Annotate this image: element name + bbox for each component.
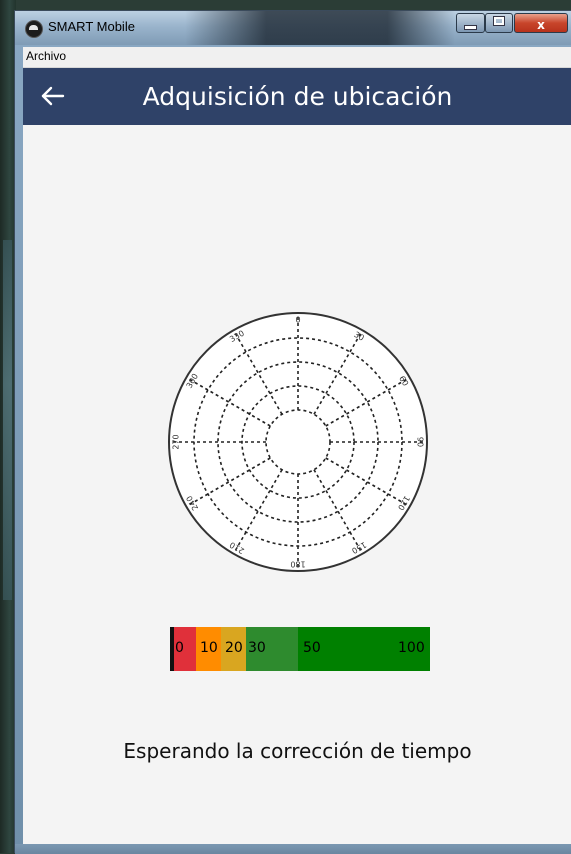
app-header: Adquisición de ubicación <box>23 68 571 125</box>
sky-plot-outer-ring <box>168 312 428 572</box>
app-window: SMART Mobile x Archivo Adquisición de ub… <box>14 10 571 854</box>
maximize-button[interactable] <box>485 13 513 33</box>
status-message: Esperando la corrección de tiempo <box>123 739 472 763</box>
title-bar-shade <box>185 11 455 45</box>
sky-plot-bearing-label: 0 <box>295 316 300 325</box>
window-title: SMART Mobile <box>48 19 135 34</box>
menu-item-archivo[interactable]: Archivo <box>26 49 66 63</box>
maximize-icon <box>493 16 505 26</box>
menu-bar: Archivo <box>23 47 571 68</box>
sky-plot-bearing-label: 270 <box>172 434 181 449</box>
signal-label-30: 30 <box>248 640 266 656</box>
main-content: 0 30 60 90 120 150 180 210 240 270 300 330 0 10 20 … <box>23 125 571 848</box>
app-icon[interactable] <box>25 20 43 38</box>
desktop-gloss <box>3 240 12 600</box>
page-title: Adquisición de ubicación <box>142 82 453 111</box>
minimize-button[interactable] <box>456 13 485 33</box>
sky-plot-bearing-label: 180 <box>290 560 305 569</box>
signal-label-10: 10 <box>200 640 218 656</box>
signal-label-50: 50 <box>303 640 321 656</box>
signal-label-20: 20 <box>225 640 243 656</box>
satellite-sky-plot: 0306090120150180210240270300330 <box>168 312 428 572</box>
signal-strength-bar: 0 10 20 30 50 100 <box>170 627 430 671</box>
title-bar[interactable]: SMART Mobile x <box>15 11 571 45</box>
signal-label-100: 100 <box>398 640 425 656</box>
signal-label-0: 0 <box>175 640 184 656</box>
sky-plot-bearing-label: 90 <box>416 437 425 447</box>
close-icon: x <box>537 18 545 32</box>
close-button[interactable]: x <box>514 13 568 33</box>
minimize-icon <box>464 25 477 30</box>
